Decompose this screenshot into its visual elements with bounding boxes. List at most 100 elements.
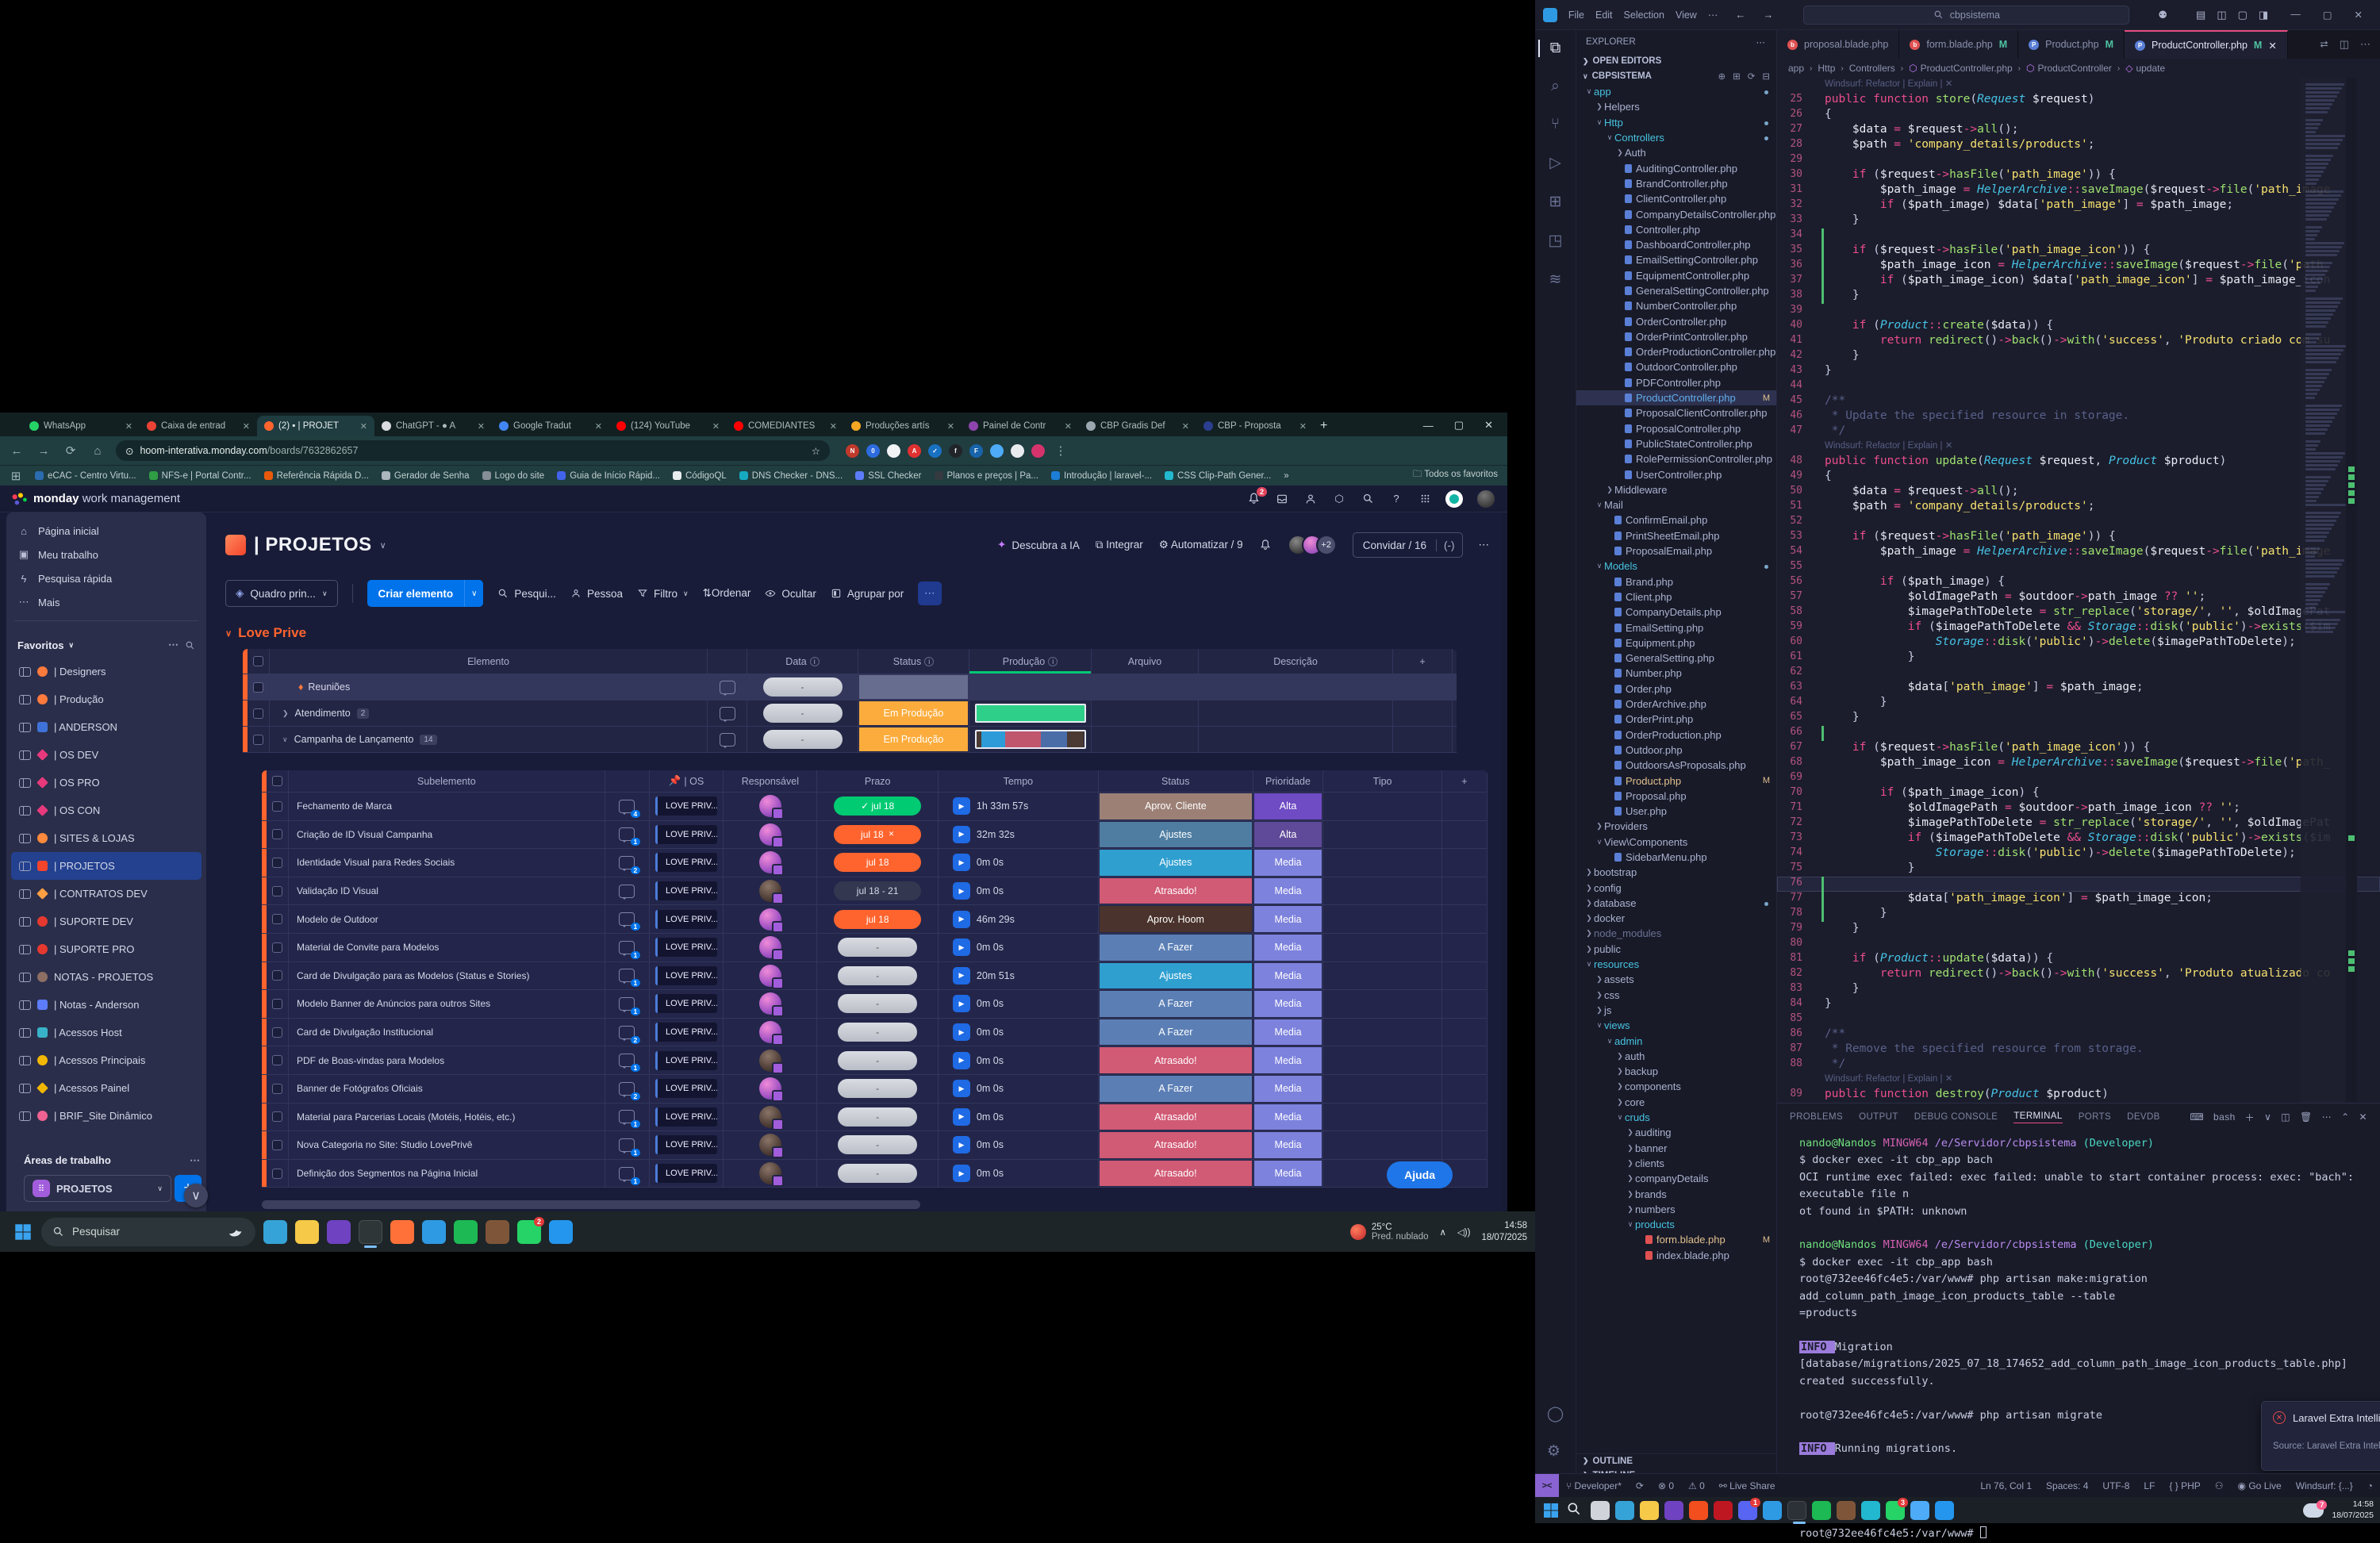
activity-windsurf-icon[interactable]: ≋ xyxy=(1549,271,1562,289)
vscode-minimap[interactable] xyxy=(2301,78,2346,1103)
row-checkbox[interactable] xyxy=(267,849,289,877)
due-date-cell[interactable]: - xyxy=(817,1104,939,1131)
tree-item[interactable]: Proposal.php xyxy=(1576,789,1776,804)
select-all-checkbox[interactable] xyxy=(248,649,270,674)
time-cell[interactable]: ▶1h 33m 57s xyxy=(939,793,1099,820)
chat-icon[interactable]: 1 xyxy=(605,962,650,990)
tree-item[interactable]: Equipment.php xyxy=(1576,635,1776,651)
tree-item[interactable]: OrderPrint.php xyxy=(1576,712,1776,727)
bookmark[interactable]: CódigoQL xyxy=(673,471,727,481)
assignee-cell[interactable] xyxy=(724,962,817,990)
subitem-row[interactable]: Criação de ID Visual Campanha1LOVE PRIV.… xyxy=(262,821,1488,850)
extension-icon[interactable] xyxy=(990,444,1004,458)
breadcrumb-item[interactable]: ⬡ProductController xyxy=(2026,63,2112,74)
tree-item[interactable]: DashboardController.php xyxy=(1576,237,1776,252)
taskbar-app-vscode[interactable] xyxy=(1763,1501,1782,1520)
split-editor-icon[interactable]: ◫ xyxy=(2340,38,2349,51)
tree-item[interactable]: ∨Mail xyxy=(1576,497,1776,512)
tree-item[interactable]: ∨admin xyxy=(1576,1033,1776,1048)
due-date-cell[interactable]: ✓ jul 18 xyxy=(817,793,939,820)
tree-item[interactable]: Controller.php xyxy=(1576,222,1776,237)
taskbar-app-file-explorer[interactable] xyxy=(1640,1501,1659,1520)
assignee-cell[interactable] xyxy=(724,1131,817,1159)
tree-item[interactable]: ∨Models xyxy=(1576,558,1776,574)
chrome-menu-icon[interactable]: ⋮ xyxy=(1052,443,1069,458)
status-cell[interactable]: A Fazer xyxy=(1099,934,1253,961)
window-control[interactable]: ✕ xyxy=(2355,9,2363,21)
tab-close-icon[interactable]: ✕ xyxy=(1299,421,1307,432)
taskbar-app-github[interactable] xyxy=(1664,1501,1683,1520)
monday-logo[interactable]: monday work management xyxy=(11,491,180,507)
status-cell[interactable]: A Fazer xyxy=(1099,1019,1253,1046)
column-header[interactable]: Descrição xyxy=(1199,649,1393,674)
tree-item[interactable]: ❯numbers xyxy=(1576,1202,1776,1217)
tab-close-icon[interactable]: ✕ xyxy=(478,421,485,432)
table-row[interactable]: ❯Atendimento 2-Em Produção xyxy=(243,700,1457,727)
menu-view[interactable]: View xyxy=(1676,10,1697,21)
type-cell[interactable] xyxy=(1323,849,1442,877)
chat-icon[interactable]: 1 xyxy=(605,1104,650,1131)
due-date-cell[interactable]: jul 18 xyxy=(817,849,939,877)
site-info-icon[interactable]: ⊙ xyxy=(125,445,133,457)
os-link[interactable]: LOVE PRIV... xyxy=(650,1160,724,1188)
play-timer-button[interactable]: ▶ xyxy=(953,967,970,985)
tree-item[interactable]: GeneralSettingController.php xyxy=(1576,283,1776,298)
assignee-cell[interactable] xyxy=(724,1075,817,1103)
tree-item[interactable]: PrintSheetEmail.php xyxy=(1576,528,1776,543)
invite-button[interactable]: Convidar / 16(-) xyxy=(1353,532,1463,558)
due-date-cell[interactable]: jul 18 xyxy=(817,905,939,933)
copy-link-icon[interactable]: (-) xyxy=(1436,539,1462,551)
type-cell[interactable] xyxy=(1323,877,1442,905)
layout-toggle[interactable]: ▤ xyxy=(2196,9,2205,21)
weather-cloud-icon[interactable]: 7 xyxy=(2303,1503,2324,1518)
extension-icon[interactable] xyxy=(887,444,900,458)
tree-item[interactable]: BrandController.php xyxy=(1576,176,1776,191)
browser-tab[interactable]: CBP - Proposta✕ xyxy=(1196,416,1314,436)
apps-grid-icon[interactable]: ⊞ xyxy=(10,469,22,483)
extension-icon[interactable]: f xyxy=(949,444,962,458)
layout-toggle[interactable]: ◫ xyxy=(2217,9,2226,21)
tree-item[interactable]: ❯auditing xyxy=(1576,1125,1776,1140)
column-header[interactable]: Data i xyxy=(747,649,858,674)
editor-tab[interactable]: PProductController.php M ✕ xyxy=(2125,30,2288,59)
time-cell[interactable]: ▶0m 0s xyxy=(939,1075,1099,1103)
subitem-row[interactable]: Fechamento de Marca4LOVE PRIV...✓ jul 18… xyxy=(262,793,1488,821)
search-button[interactable] xyxy=(1360,491,1376,507)
play-timer-button[interactable]: ▶ xyxy=(953,911,970,928)
column-header[interactable]: Elemento xyxy=(270,649,708,674)
description-cell[interactable] xyxy=(1199,700,1393,726)
chat-icon[interactable] xyxy=(708,727,747,752)
chat-icon[interactable]: 4 xyxy=(605,793,650,820)
nav-button[interactable]: ⌂ xyxy=(89,444,106,458)
play-timer-button[interactable]: ▶ xyxy=(953,797,970,815)
due-date-cell[interactable]: - xyxy=(817,934,939,961)
clock[interactable]: 14:5818/07/2025 xyxy=(2332,1499,2374,1521)
column-header[interactable]: Tempo xyxy=(939,770,1099,792)
nav-button[interactable]: ← xyxy=(8,444,25,458)
tab-close-icon[interactable]: ✕ xyxy=(1065,421,1072,432)
play-timer-button[interactable]: ▶ xyxy=(953,1136,970,1153)
board-notifications-icon[interactable] xyxy=(1259,539,1272,551)
invite-members-button[interactable] xyxy=(1303,491,1319,507)
due-date-cell[interactable]: - xyxy=(817,1046,939,1074)
status-item[interactable]: ⑂ Developer* xyxy=(1559,1480,1629,1491)
star-icon[interactable]: ☆ xyxy=(812,445,820,457)
taskbar-app-figma[interactable] xyxy=(1689,1501,1708,1520)
type-cell[interactable] xyxy=(1323,962,1442,990)
status-cell[interactable]: Aprov. Cliente xyxy=(1099,793,1253,820)
create-item-dropdown[interactable]: ∨ xyxy=(464,580,483,607)
tree-item[interactable]: Brand.php xyxy=(1576,574,1776,589)
tree-item[interactable]: ∨products xyxy=(1576,1217,1776,1232)
chat-icon[interactable] xyxy=(708,700,747,726)
explorer-action-icon[interactable]: ⟳ xyxy=(1748,71,1756,82)
taskbar-app-file-explorer[interactable] xyxy=(295,1220,319,1244)
sidebar-board-item[interactable]: | Acessos Painel xyxy=(11,1074,202,1102)
start-button[interactable] xyxy=(1541,1501,1560,1520)
open-editors-section[interactable]: ❯OPEN EDITORS xyxy=(1576,54,1776,68)
column-header[interactable]: Prioridade xyxy=(1253,770,1324,792)
description-cell[interactable] xyxy=(1199,674,1393,700)
assignee-cell[interactable] xyxy=(724,821,817,849)
subitem-row[interactable]: Modelo Banner de Anúncios para outros Si… xyxy=(262,990,1488,1019)
panel-tab-problems[interactable]: PROBLEMS xyxy=(1790,1112,1843,1122)
tree-item[interactable]: SidebarMenu.php xyxy=(1576,850,1776,865)
